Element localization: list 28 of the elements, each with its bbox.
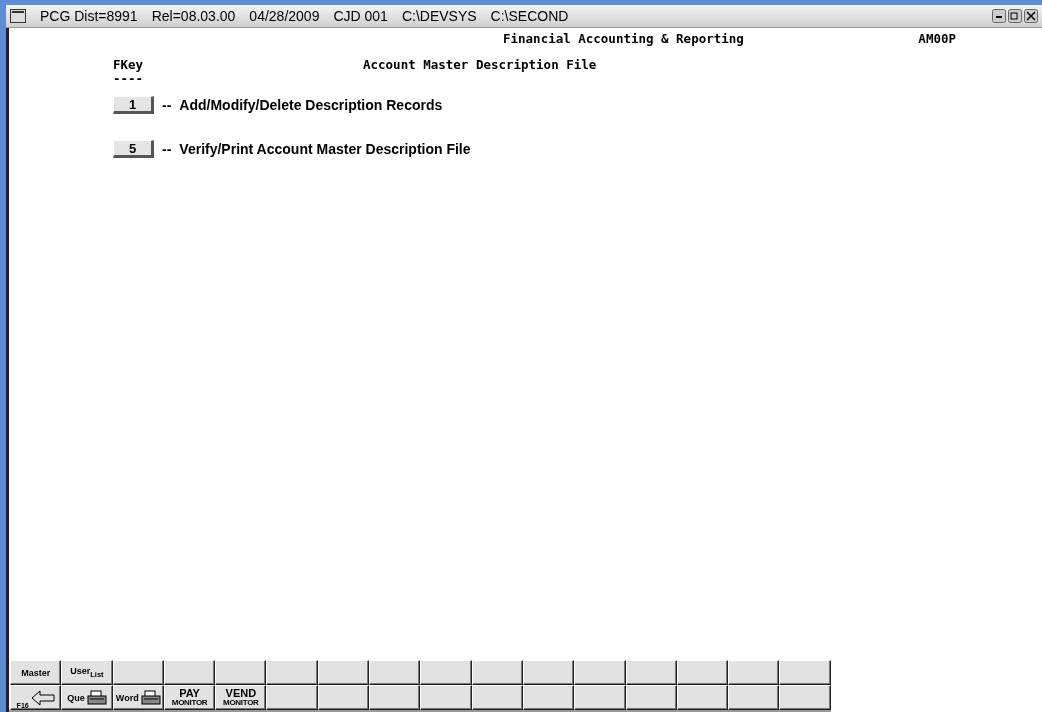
window-controls-icon[interactable]	[992, 9, 1038, 23]
option-label: Add/Modify/Delete Description Records	[179, 97, 443, 113]
monitor-button[interactable]: VEND MONITOR	[215, 685, 267, 710]
menu-title: Account Master Description File	[363, 58, 597, 74]
function-key-button[interactable]: 1	[113, 96, 154, 114]
toolbar-button[interactable]: Master	[10, 660, 62, 685]
printer-icon	[140, 689, 161, 706]
heading-rule: ----	[113, 72, 145, 86]
window-title: 04/28/2009	[249, 8, 320, 24]
monitor-button[interactable]: PAY MONITOR	[163, 685, 216, 710]
print-button[interactable]: Word	[112, 685, 164, 710]
window-title: Rel=08.03.00	[151, 8, 236, 24]
system-title: Financial Accounting & Reporting	[503, 30, 744, 46]
option-separator: --	[162, 141, 172, 157]
option-label: Verify/Print Account Master Description File	[179, 141, 471, 157]
window-title: CJD 001	[333, 8, 388, 24]
fkey-heading: FKey	[113, 58, 145, 72]
window-menu-icon[interactable]	[10, 9, 26, 23]
window-title: C:\DEVSYS	[401, 8, 477, 24]
window-title: PCG Dist=8991	[40, 8, 138, 24]
toolbar-button[interactable]: User$_{List}$	[61, 660, 113, 685]
function-key-button[interactable]: 5	[113, 140, 154, 158]
window-title: C:\SECOND	[490, 8, 569, 24]
left-arrow-icon	[30, 689, 55, 706]
option-separator: --	[162, 97, 172, 113]
print-button[interactable]: Que	[61, 685, 113, 710]
program-code: AM00P	[918, 30, 956, 46]
printer-icon	[86, 689, 107, 706]
